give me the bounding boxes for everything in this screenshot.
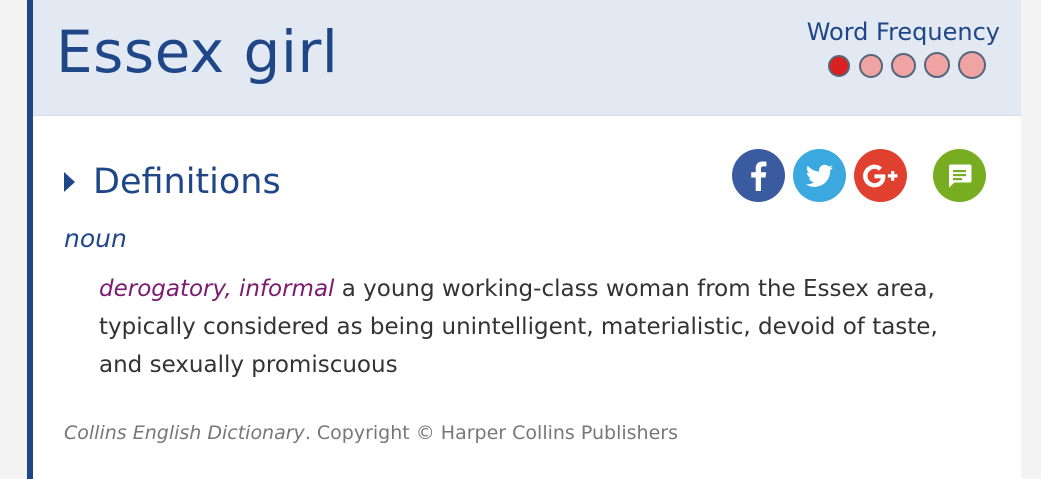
comment-icon — [949, 164, 972, 188]
frequency-dot — [828, 55, 850, 77]
twitter-icon — [805, 164, 833, 187]
dictionary-source: Collins English Dictionary — [64, 422, 305, 444]
frequency-dot — [958, 51, 986, 79]
google-plus-share-button[interactable] — [854, 149, 907, 202]
frequency-dot — [924, 52, 950, 78]
facebook-icon — [751, 161, 767, 191]
register-label: derogatory, informal — [99, 276, 335, 302]
definitions-heading: Definitions — [93, 162, 281, 202]
headword: Essex girl — [56, 18, 339, 86]
twitter-share-button[interactable] — [793, 149, 846, 202]
caret-right-icon — [64, 172, 75, 192]
copyright-notice: Collins English Dictionary. Copyright © … — [64, 419, 678, 447]
frequency-dot — [891, 53, 916, 78]
definition-sense: derogatory, informal a young working-cla… — [99, 270, 969, 384]
google-plus-icon — [863, 164, 898, 188]
entry-header: Essex girl Word Frequency — [33, 0, 1021, 116]
comment-button[interactable] — [933, 149, 986, 202]
facebook-share-button[interactable] — [732, 149, 785, 202]
dictionary-entry-card: Essex girl Word Frequency Definitions no… — [27, 0, 1021, 479]
copyright-text: . Copyright © Harper Collins Publishers — [304, 422, 678, 444]
word-frequency-label: Word Frequency — [806, 18, 1000, 46]
frequency-dot — [859, 54, 883, 78]
part-of-speech: noun — [64, 224, 127, 253]
